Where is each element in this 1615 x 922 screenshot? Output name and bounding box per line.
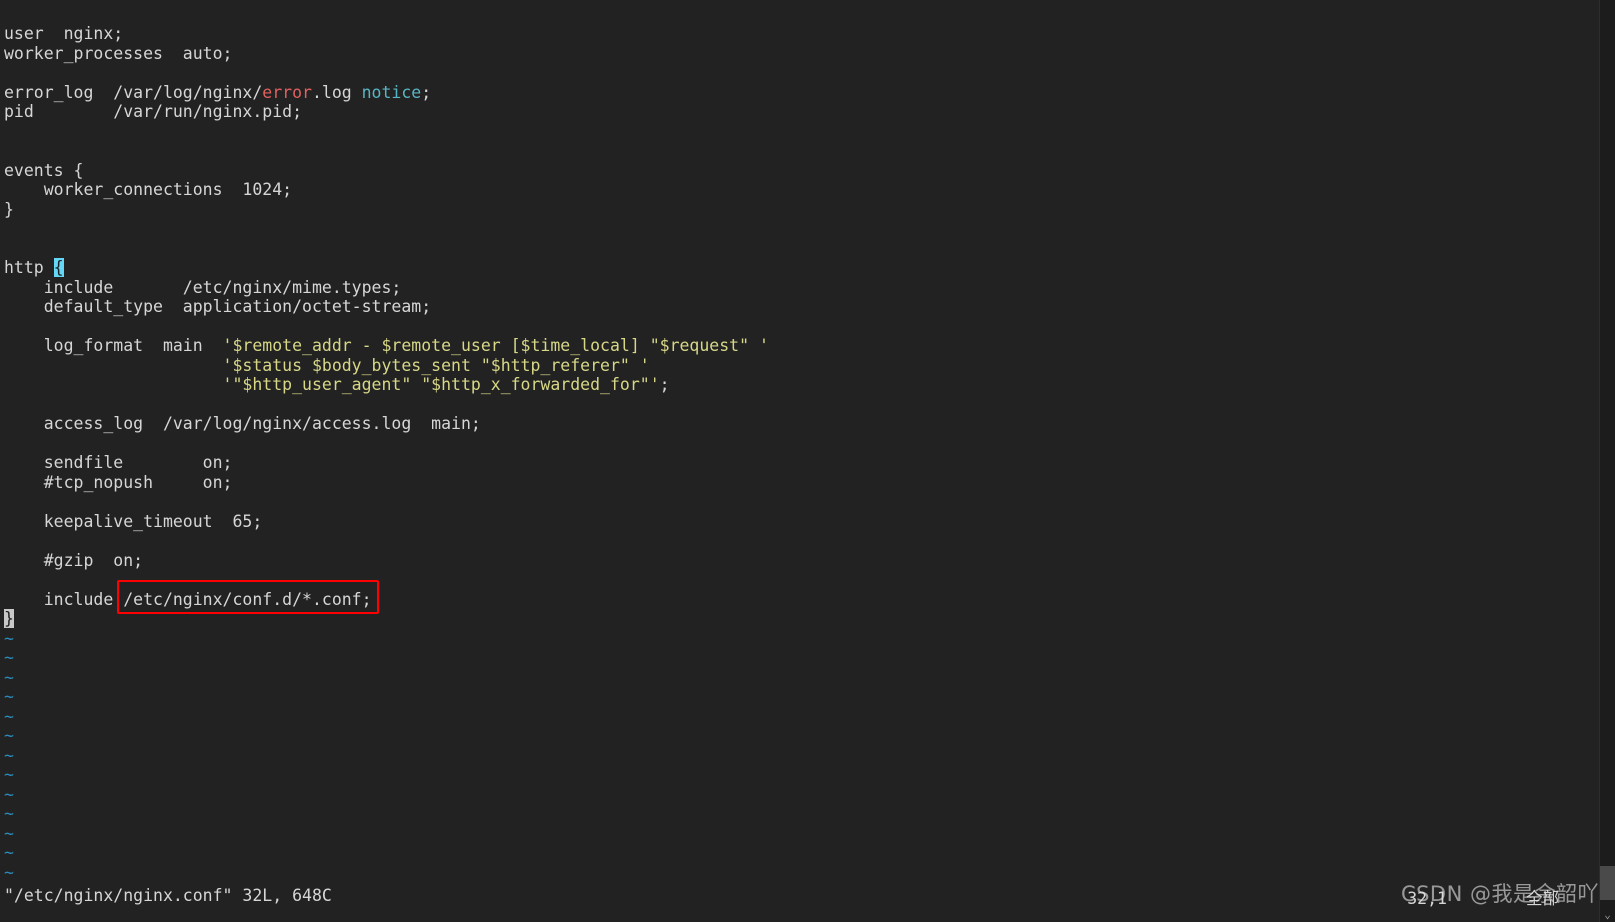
code-line[interactable]: #tcp_nopush on; — [0, 473, 1615, 493]
code-line[interactable]: #gzip on; — [0, 551, 1615, 571]
empty-line-marker: ~ — [4, 784, 14, 804]
code-token: http — [4, 258, 54, 277]
code-line[interactable] — [0, 239, 1615, 259]
code-token-str: '$remote_addr - $remote_user [$time_loca… — [222, 336, 769, 355]
empty-line-marker: ~ — [4, 648, 14, 667]
code-line[interactable]: access_log /var/log/nginx/access.log mai… — [0, 414, 1615, 434]
code-token: worker_connections 1024; — [4, 180, 293, 199]
code-token: #gzip on; — [4, 550, 144, 570]
code-line[interactable]: error_log /var/log/nginx/error.log notic… — [0, 83, 1615, 103]
code-line[interactable] — [0, 570, 1615, 590]
code-line[interactable] — [0, 434, 1615, 454]
code-line[interactable] — [0, 219, 1615, 239]
empty-line-marker: ~ — [4, 706, 14, 726]
code-token: ; — [659, 375, 670, 394]
code-token: #tcp_nopush on; — [4, 472, 233, 492]
code-line[interactable]: sendfile on; — [0, 453, 1615, 473]
code-line[interactable]: default_type application/octet-stream; — [0, 297, 1615, 317]
code-token: } — [4, 199, 14, 219]
code-line[interactable]: pid /var/run/nginx.pid; — [0, 102, 1615, 122]
code-token: default_type application/octet-stream; — [4, 297, 432, 316]
code-token: access_log /var/log/nginx/access.log mai… — [4, 414, 481, 433]
terminal-window: user nginx; worker_processes auto; error_… — [0, 0, 1615, 922]
empty-line-marker: ~ — [4, 726, 14, 745]
code-token: keepalive_timeout 65; — [4, 511, 263, 531]
empty-line-marker: ~ — [4, 765, 14, 784]
empty-line-marker: ~ — [4, 628, 14, 648]
code-token-red: error — [262, 82, 312, 102]
code-token: pid /var/run/nginx.pid; — [4, 102, 303, 121]
code-token: ; — [421, 82, 432, 102]
code-line[interactable]: worker_connections 1024; — [0, 180, 1615, 200]
empty-line-marker: ~ — [4, 862, 14, 882]
chevron-down-icon[interactable]: ⌄ — [1602, 909, 1613, 920]
empty-line-marker: ~ — [4, 687, 14, 706]
code-line[interactable]: http { — [0, 258, 1615, 278]
code-token: worker_processes auto; — [4, 43, 233, 63]
code-line[interactable] — [0, 395, 1615, 415]
empty-line-marker: ~ — [4, 804, 14, 823]
code-line[interactable] — [0, 63, 1615, 83]
code-line[interactable]: include /etc/nginx/conf.d/*.conf; — [0, 590, 1615, 610]
code-line[interactable]: worker_processes auto; — [0, 44, 1615, 64]
vim-status-line: "/etc/nginx/nginx.conf" 32L, 648C — [4, 886, 332, 905]
code-line[interactable]: events { — [0, 161, 1615, 181]
code-token: user nginx; — [4, 24, 124, 43]
empty-line-marker: ~ — [4, 667, 14, 687]
empty-line-marker: ~ — [4, 745, 14, 765]
code-line[interactable] — [0, 531, 1615, 551]
code-line[interactable]: keepalive_timeout 65; — [0, 512, 1615, 532]
code-line[interactable]: '"$http_user_agent" "$http_x_forwarded_f… — [0, 375, 1615, 395]
code-line[interactable]: log_format main '$remote_addr - $remote_… — [0, 336, 1615, 356]
vim-text-buffer[interactable]: user nginx; worker_processes auto; error_… — [0, 24, 1615, 882]
empty-line-marker: ~ — [4, 823, 14, 843]
code-line[interactable]: } — [0, 609, 1615, 629]
code-line[interactable] — [0, 141, 1615, 161]
code-line[interactable]: include /etc/nginx/mime.types; — [0, 278, 1615, 298]
code-token-cursor: { — [53, 258, 64, 277]
code-token: sendfile on; — [4, 453, 233, 472]
code-token-cyan: notice — [361, 82, 422, 102]
vim-ruler-position: 32,1 — [1407, 888, 1447, 908]
code-token: include /etc/nginx/conf.d/*.conf; — [4, 589, 372, 609]
vim-ruler-scroll-label: 全部 — [1526, 888, 1559, 908]
code-token-str: '"$http_user_agent" "$http_x_forwarded_f… — [222, 375, 660, 394]
code-token-brace-match: } — [4, 609, 14, 628]
code-token: log_format main — [4, 336, 223, 355]
code-line[interactable]: user nginx; — [0, 24, 1615, 44]
scrollbar-thumb[interactable] — [1600, 866, 1615, 900]
code-line[interactable]: '$status $body_bytes_sent "$http_referer… — [0, 356, 1615, 376]
code-token: events { — [4, 160, 84, 180]
empty-line-marker: ~ — [4, 843, 14, 862]
code-token-str: '$status $body_bytes_sent "$http_referer… — [222, 355, 650, 375]
scrollbar-track[interactable]: ⌄ — [1599, 0, 1615, 922]
code-token: error_log /var/log/nginx/ — [4, 82, 263, 102]
code-line[interactable] — [0, 122, 1615, 142]
code-token: .log — [311, 82, 362, 102]
code-line[interactable] — [0, 317, 1615, 337]
code-line[interactable] — [0, 492, 1615, 512]
code-line[interactable]: } — [0, 200, 1615, 220]
code-token: include /etc/nginx/mime.types; — [4, 277, 402, 297]
